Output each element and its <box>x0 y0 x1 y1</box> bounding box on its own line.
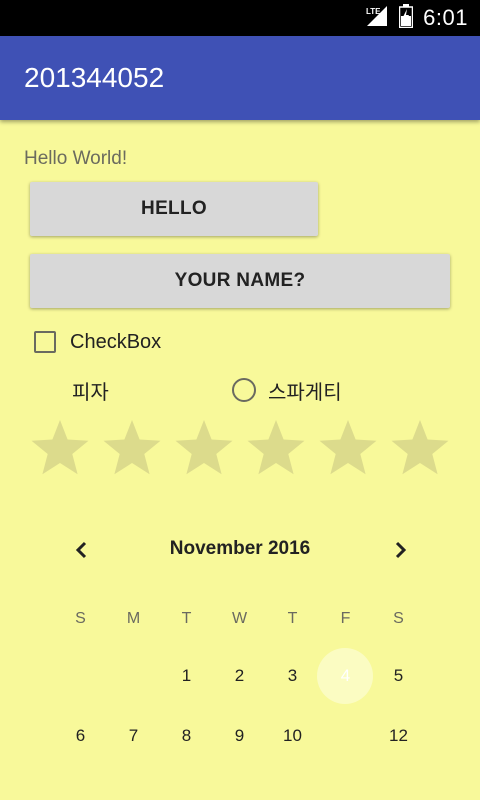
calendar-day[interactable]: 1 <box>160 666 213 686</box>
star-icon[interactable] <box>318 418 378 478</box>
calendar-day[interactable]: 3 <box>266 666 319 686</box>
star-icon[interactable] <box>246 418 306 478</box>
calendar-day[interactable]: 6 <box>54 726 107 746</box>
status-icons: LTE 6:01 <box>365 0 468 36</box>
checkbox-box[interactable] <box>34 331 56 353</box>
lte-signal-icon: LTE <box>365 4 389 32</box>
calendar-day[interactable]: 2 <box>213 666 266 686</box>
day-header-sat: S <box>393 610 404 627</box>
checkbox[interactable]: CheckBox <box>34 327 161 357</box>
radio-spaghetti-circle[interactable] <box>232 378 256 402</box>
network-type-label: LTE <box>366 7 381 16</box>
chevron-right-icon[interactable] <box>386 536 414 564</box>
day-header-wed: W <box>231 610 248 627</box>
radio-pizza[interactable]: 피자 <box>72 375 109 405</box>
day-header-thu: T <box>287 610 298 627</box>
day-header-mon: M <box>126 610 141 627</box>
day-header-sun: S <box>75 610 86 627</box>
radio-pizza-label: 피자 <box>72 379 109 404</box>
calendar-day[interactable]: 7 <box>107 726 160 746</box>
calendar-day[interactable]: 12 <box>372 726 425 746</box>
your-name-button[interactable]: YOUR NAME? <box>30 254 450 308</box>
app-bar: 201344052 <box>0 36 480 120</box>
app-title: 201344052 <box>24 62 165 93</box>
calendar-day[interactable]: 5 <box>372 666 425 686</box>
day-header-fri: F <box>340 610 351 627</box>
rating-bar[interactable] <box>30 418 450 478</box>
calendar-day[interactable]: 9 <box>213 726 266 746</box>
star-icon[interactable] <box>30 418 90 478</box>
calendar-day-selected[interactable]: 4 <box>319 666 372 686</box>
star-icon[interactable] <box>102 418 162 478</box>
checkbox-label: CheckBox <box>70 330 162 353</box>
day-header-tue: T <box>181 610 192 627</box>
radio-spaghetti-label: 스파게티 <box>268 379 342 404</box>
status-time: 6:01 <box>423 5 468 30</box>
battery-icon <box>398 4 414 32</box>
calendar-header: November 2016 <box>0 530 480 570</box>
star-icon[interactable] <box>174 418 234 478</box>
status-bar: LTE 6:01 <box>0 0 480 36</box>
hello-button[interactable]: HELLO <box>30 182 318 236</box>
hello-world-text: Hello World! <box>24 148 128 169</box>
calendar-day[interactable]: 8 <box>160 726 213 746</box>
radio-spaghetti[interactable]: 스파게티 <box>232 375 342 405</box>
calendar-day[interactable]: 10 <box>266 726 319 746</box>
star-icon[interactable] <box>390 418 450 478</box>
